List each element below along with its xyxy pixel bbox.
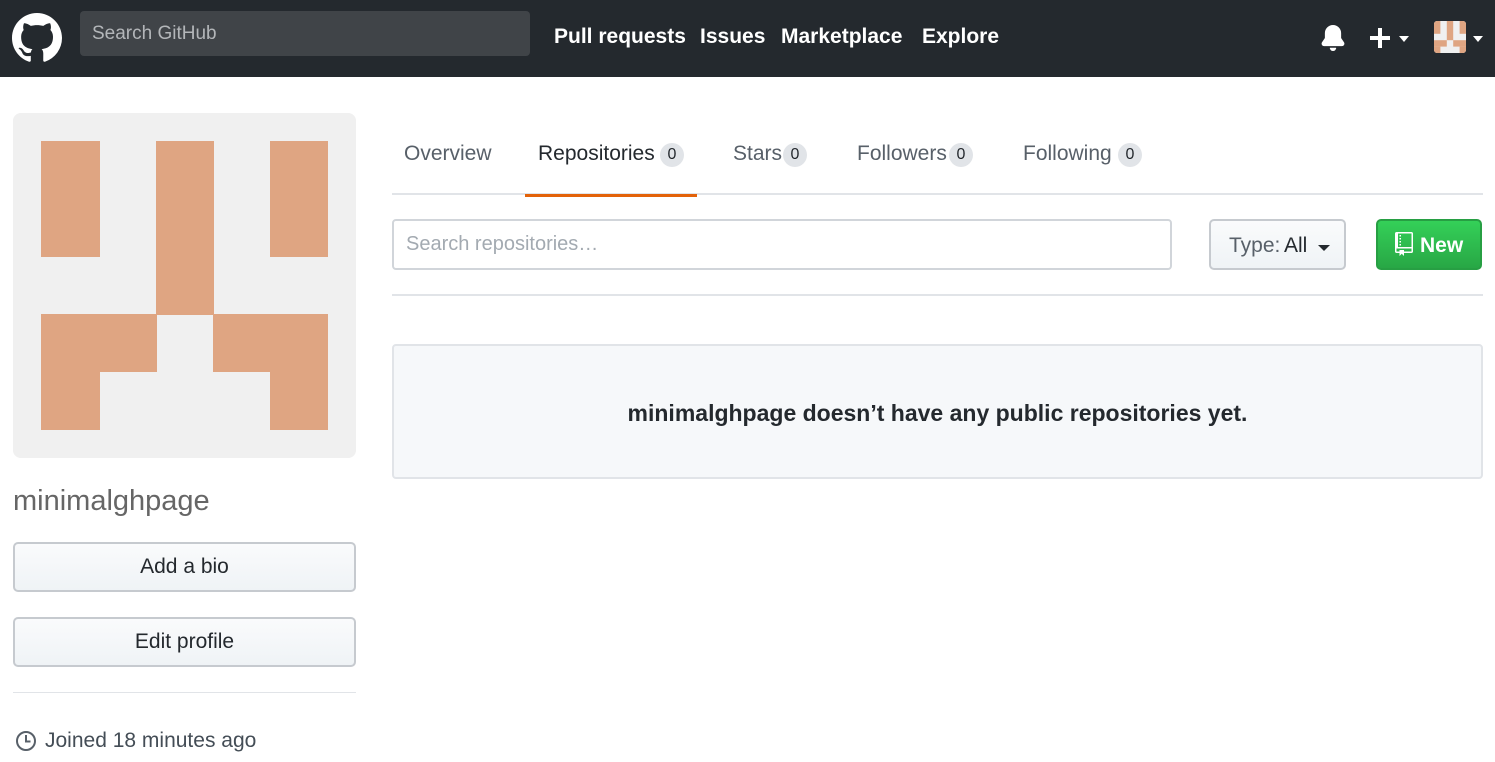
plus-icon [1370, 28, 1390, 48]
chevron-down-icon [1399, 36, 1409, 42]
tab-label: Followers [857, 142, 947, 165]
profile-avatar [13, 113, 356, 458]
clock-icon [16, 731, 36, 751]
tab-label: Overview [404, 142, 492, 165]
joined-text: Joined 18 minutes ago [45, 729, 257, 752]
new-repository-button[interactable]: New [1376, 219, 1482, 270]
search-input[interactable] [80, 11, 530, 56]
bell-icon[interactable] [1320, 25, 1346, 51]
repo-icon [1395, 232, 1413, 256]
filter-divider [392, 294, 1483, 296]
new-button-label: New [1420, 234, 1464, 257]
tab-overview[interactable]: Overview [392, 123, 512, 195]
nav-explore[interactable]: Explore [922, 24, 999, 50]
chevron-down-icon [1473, 36, 1483, 42]
sidebar-divider [13, 692, 356, 693]
tab-label: Following [1023, 142, 1112, 165]
tab-label: Repositories [538, 142, 655, 165]
nav-pull-requests[interactable]: Pull requests [554, 24, 686, 50]
type-filter-prefix: Type: [1229, 234, 1281, 257]
github-logo-icon[interactable] [12, 13, 62, 63]
add-bio-button[interactable]: Add a bio [13, 542, 356, 592]
stars-count-badge: 0 [783, 143, 807, 167]
empty-repositories-message: minimalghpage doesn’t have any public re… [627, 400, 1248, 426]
top-header: Pull requests Issues Marketplace Explore [0, 0, 1495, 77]
following-count-badge: 0 [1118, 143, 1142, 167]
empty-repositories-panel: minimalghpage doesn’t have any public re… [392, 344, 1483, 479]
chevron-down-icon [1318, 245, 1330, 251]
nav-marketplace[interactable]: Marketplace [781, 24, 902, 50]
edit-profile-button[interactable]: Edit profile [13, 617, 356, 667]
search-repositories-input[interactable] [392, 219, 1172, 270]
profile-username: minimalghpage [13, 485, 210, 517]
profile-tabs: Overview Repositories 0 Stars 0 Follower… [392, 123, 1483, 197]
avatar [1434, 21, 1466, 53]
tab-repositories[interactable]: Repositories 0 [525, 123, 697, 197]
tab-stars[interactable]: Stars 0 [722, 123, 822, 195]
followers-count-badge: 0 [949, 143, 973, 167]
repositories-count-badge: 0 [660, 143, 684, 167]
create-new-dropdown[interactable] [1368, 26, 1414, 50]
type-filter-dropdown[interactable]: Type: All [1209, 219, 1346, 270]
type-filter-value: All [1284, 234, 1308, 257]
selected-tab-underline [525, 194, 697, 197]
tab-label: Stars [733, 142, 783, 165]
tab-following[interactable]: Following 0 [1010, 123, 1150, 195]
user-menu-dropdown[interactable] [1434, 21, 1484, 55]
tab-followers[interactable]: Followers 0 [845, 123, 985, 195]
nav-issues[interactable]: Issues [700, 24, 765, 50]
